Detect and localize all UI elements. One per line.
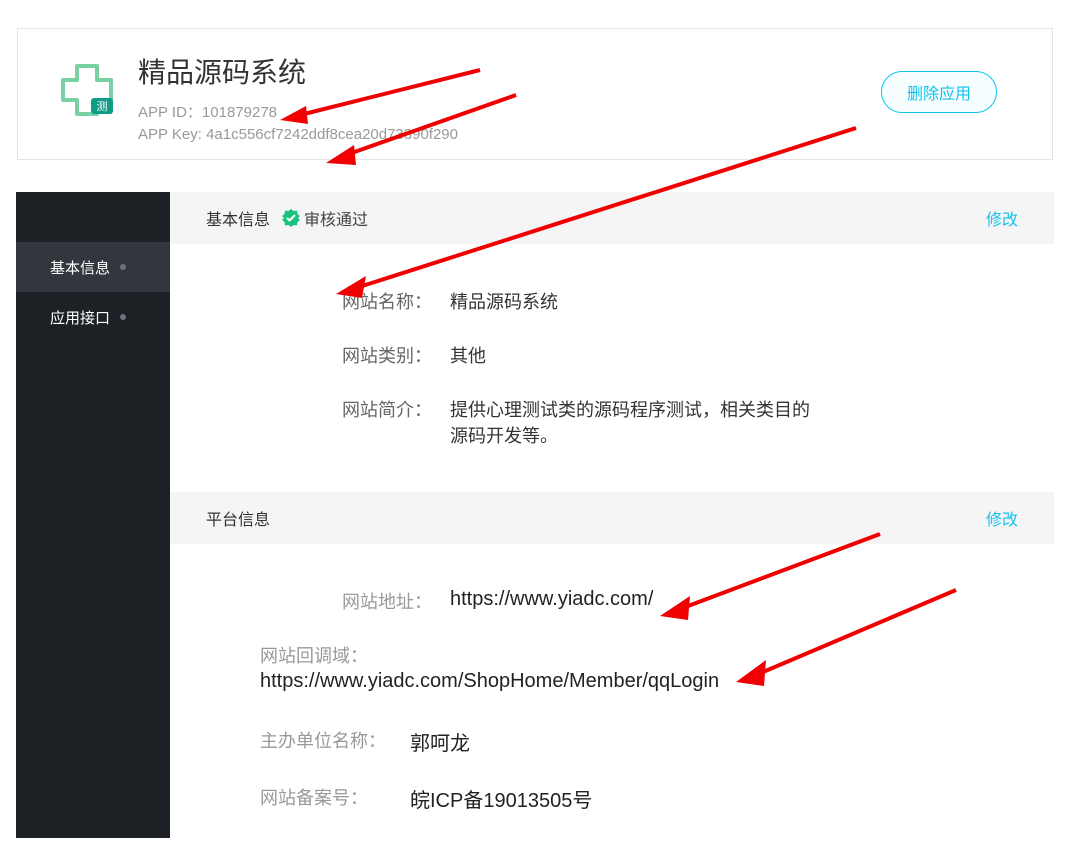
section-bar-platform: 平台信息 修改	[170, 492, 1054, 544]
field-label: 网站名称：	[250, 288, 450, 314]
field-value: 其他	[450, 342, 890, 368]
app-header-card: 测 精品源码系统 APP ID：101879278 APP Key: 4a1c5…	[17, 28, 1053, 160]
sidebar: 基本信息 应用接口	[16, 192, 170, 838]
app-key-row: APP Key: 4a1c556cf7242ddf8cea20d73390f29…	[138, 126, 458, 143]
status-badge: 审核通过	[282, 206, 368, 230]
field-row-site-url: 网站地址： https://www.yiadc.com/	[170, 574, 1054, 628]
dot-icon	[120, 314, 126, 320]
section-bar-title: 平台信息	[206, 506, 270, 530]
sidebar-item-api[interactable]: 应用接口	[16, 292, 170, 342]
field-label: 网站简介：	[250, 396, 450, 448]
check-badge-icon	[282, 209, 300, 227]
svg-text:测: 测	[97, 100, 108, 113]
field-value: 郭呵龙	[410, 727, 850, 756]
section-bar-basic: 基本信息 审核通过 修改	[170, 192, 1054, 244]
field-value: 精品源码系统	[450, 288, 890, 314]
field-label: 网站类别：	[250, 342, 450, 368]
field-value: https://www.yiadc.com/	[450, 588, 890, 614]
field-value: 提供心理测试类的源码程序测试，相关类目的源码开发等。	[450, 396, 890, 448]
field-row-icp: 网站备案号： 皖ICP备19013505号	[170, 770, 1054, 827]
field-row-site-name: 网站名称： 精品源码系统	[170, 274, 1054, 328]
sidebar-item-basic[interactable]: 基本信息	[16, 242, 170, 292]
app-id-value: 101879278	[202, 104, 277, 121]
platform-fields: 网站地址： https://www.yiadc.com/ 网站回调域： http…	[170, 544, 1054, 857]
content-pane: 基本信息 审核通过 修改 网站名称： 精品源码系统 网站类别： 其他 网站简介：	[170, 192, 1054, 857]
app-title-block: 精品源码系统 APP ID：101879278 APP Key: 4a1c556…	[138, 59, 458, 143]
app-key-value: 4a1c556cf7242ddf8cea20d73390f290	[206, 126, 458, 143]
field-value-callback: https://www.yiadc.com/ShopHome/Member/qq…	[170, 670, 1054, 713]
field-label: 网站回调域：	[260, 642, 386, 668]
status-text: 审核通过	[304, 206, 368, 230]
app-id-label: APP ID：	[138, 104, 202, 121]
app-key-label: APP Key:	[138, 126, 206, 143]
field-value: 皖ICP备19013505号	[410, 784, 850, 813]
sidebar-spacer	[16, 192, 170, 242]
basic-fields: 网站名称： 精品源码系统 网站类别： 其他 网站简介： 提供心理测试类的源码程序…	[170, 244, 1054, 492]
sidebar-item-label: 应用接口	[50, 307, 110, 328]
field-row-site-desc: 网站简介： 提供心理测试类的源码程序测试，相关类目的源码开发等。	[170, 382, 1054, 462]
field-row-org: 主办单位名称： 郭呵龙	[170, 713, 1054, 770]
field-row-site-type: 网站类别： 其他	[170, 328, 1054, 382]
app-icon: 测	[48, 51, 126, 129]
lower-pane: 基本信息 应用接口 基本信息 审核通过 修改 网站名称： 精品源码系统	[16, 192, 1054, 838]
section-bar-title: 基本信息	[206, 206, 270, 230]
sidebar-item-label: 基本信息	[50, 257, 110, 278]
field-label: 主办单位名称：	[260, 727, 410, 756]
delete-app-label: 删除应用	[907, 80, 971, 104]
app-id-row: APP ID：101879278	[138, 101, 458, 122]
delete-app-button[interactable]: 删除应用	[881, 71, 997, 113]
field-row-callback-label: 网站回调域：	[170, 628, 1054, 670]
field-label: 网站备案号：	[260, 784, 410, 813]
modify-link-platform[interactable]: 修改	[986, 506, 1018, 530]
app-title: 精品源码系统	[138, 59, 458, 87]
field-label: 网站地址：	[250, 588, 450, 614]
modify-link-basic[interactable]: 修改	[986, 206, 1018, 230]
dot-icon	[120, 264, 126, 270]
